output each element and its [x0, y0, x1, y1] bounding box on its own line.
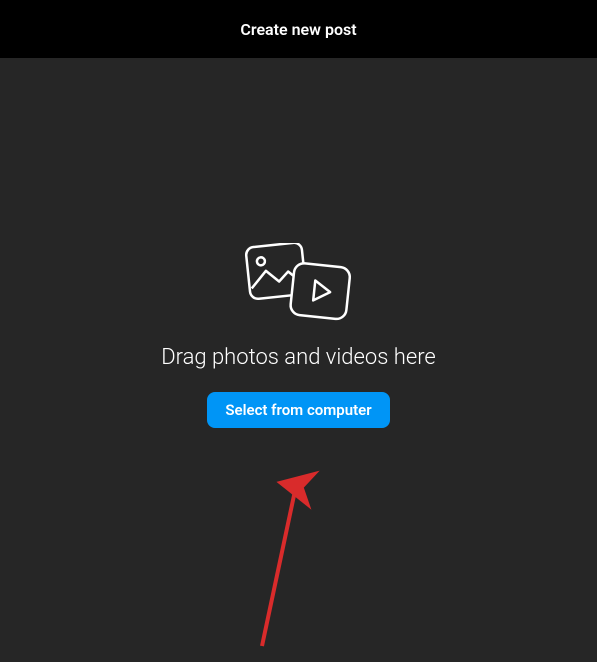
dialog-header: Create new post: [0, 0, 597, 58]
select-from-computer-button[interactable]: Select from computer: [207, 392, 389, 428]
drop-prompt-text: Drag photos and videos here: [161, 345, 436, 370]
dialog-title: Create new post: [240, 20, 356, 39]
media-upload-icon: [244, 243, 354, 323]
annotation-arrow-icon: [232, 466, 322, 656]
upload-drop-zone[interactable]: Drag photos and videos here Select from …: [0, 58, 597, 662]
